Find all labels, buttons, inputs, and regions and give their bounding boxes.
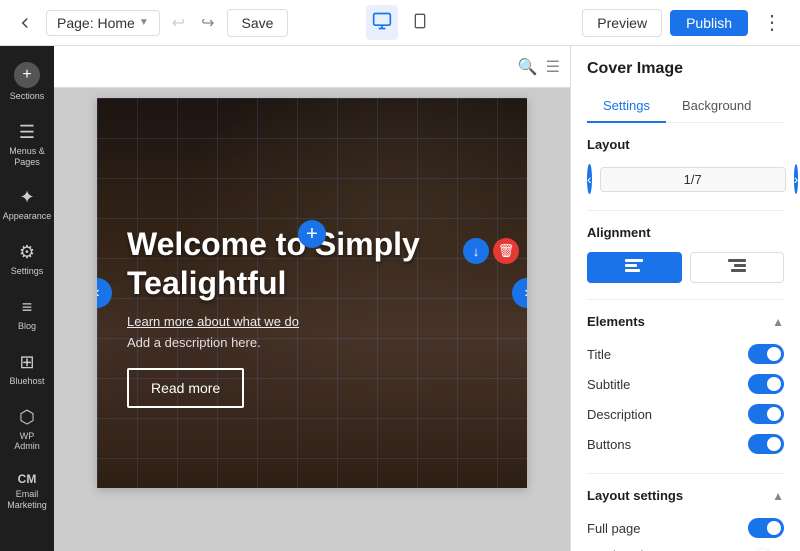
menu-icon[interactable]: ☰ (546, 57, 560, 77)
panel-title: Cover Image (587, 60, 784, 78)
sidebar-item-sections[interactable]: + Sections (4, 54, 50, 110)
element-buttons-row: Buttons (587, 429, 784, 459)
cover-content: Welcome to Simply Tealightful Learn more… (127, 225, 497, 408)
block-move-down-button[interactable]: ↓ (463, 238, 489, 264)
full-page-label: Full page (587, 521, 640, 536)
layout-next-button[interactable]: › (794, 164, 799, 194)
panel-body: Layout ‹ › Alignment (571, 123, 800, 551)
editor-area: Home 🔍 ☰ + ↓ 🗑 Welcom (54, 46, 570, 551)
topbar-left: Page: Home ▼ ↩ ↪ Save (12, 9, 358, 37)
layout-prev-button[interactable]: ‹ (587, 164, 592, 194)
tab-settings[interactable]: Settings (587, 90, 666, 123)
tab-background[interactable]: Background (666, 90, 767, 123)
right-panel: Cover Image Settings Background Layout ‹… (570, 46, 800, 551)
elements-section-header: Elements ▲ (587, 314, 784, 329)
undo-button[interactable]: ↩ (168, 9, 189, 37)
sidebar-item-label: WP Admin (8, 431, 46, 453)
element-title-label: Title (587, 347, 611, 362)
block-delete-button[interactable]: 🗑 (493, 238, 519, 264)
full-page-row: Full page (587, 513, 784, 543)
publish-button[interactable]: Publish (670, 10, 748, 36)
page-name-input[interactable]: Home (64, 59, 510, 75)
align-left-button[interactable] (587, 252, 682, 283)
topbar-center (366, 5, 434, 40)
layout-settings-collapse-icon[interactable]: ▲ (772, 489, 784, 503)
editor-topbar: Home 🔍 ☰ (54, 46, 570, 88)
panel-header: Cover Image Settings Background (571, 46, 800, 123)
layout-value-input[interactable] (600, 167, 786, 192)
element-title-toggle[interactable] (748, 344, 784, 364)
sidebar-item-menus[interactable]: ☰ Menus &Pages (4, 114, 50, 176)
sidebar-item-label: Blog (18, 321, 36, 332)
sidebar-item-appearance[interactable]: ✦ Appearance (4, 179, 50, 230)
element-description-label: Description (587, 407, 652, 422)
element-subtitle-row: Subtitle (587, 369, 784, 399)
redo-button[interactable]: ↪ (197, 9, 218, 37)
align-right-icon (728, 259, 746, 276)
element-buttons-label: Buttons (587, 437, 631, 452)
cover-block[interactable]: Welcome to Simply Tealightful Learn more… (97, 98, 527, 488)
layout-section-label: Layout (587, 137, 784, 152)
chevron-down-icon: ▼ (139, 17, 149, 28)
sidebar-item-label: Appearance (3, 211, 52, 222)
layout-settings-label: Layout settings (587, 488, 683, 503)
sidebar-item-bluehost[interactable]: ⊞ Bluehost (4, 344, 50, 395)
wp-admin-icon: ⬡ (19, 407, 35, 428)
sidebar-item-label: Bluehost (9, 376, 44, 387)
layout-nav: ‹ › (587, 164, 784, 194)
mobile-view-button[interactable] (406, 5, 434, 40)
cover-subtitle: Learn more about what we do (127, 314, 497, 329)
desktop-view-button[interactable] (366, 5, 398, 40)
element-description-row: Description (587, 399, 784, 429)
alignment-row (587, 252, 784, 283)
elements-collapse-icon[interactable]: ▲ (772, 315, 784, 329)
block-controls: ↓ 🗑 (463, 238, 519, 264)
back-button[interactable] (12, 10, 38, 36)
element-buttons-toggle[interactable] (748, 434, 784, 454)
layout-settings-section-header: Layout settings ▲ (587, 488, 784, 503)
sidebar-item-label: Settings (11, 266, 44, 277)
topbar-right: Preview Publish ⋮ (442, 6, 788, 39)
sidebar-item-settings[interactable]: ⚙ Settings (4, 234, 50, 285)
blog-icon: ≡ (22, 297, 33, 318)
section-size-row: Section size (587, 543, 784, 551)
plus-circle-icon: + (14, 62, 40, 88)
align-right-button[interactable] (690, 252, 785, 283)
add-block-button[interactable]: + (298, 220, 326, 248)
left-sidebar: + Sections ☰ Menus &Pages ✦ Appearance ⚙… (0, 46, 54, 551)
pages-icon: ☰ (19, 122, 35, 143)
element-title-row: Title (587, 339, 784, 369)
settings-icon: ⚙ (19, 242, 35, 263)
element-subtitle-label: Subtitle (587, 377, 630, 392)
cover-description: Add a description here. (127, 335, 497, 350)
search-icon[interactable]: 🔍 (518, 57, 538, 77)
sidebar-item-label: Sections (10, 91, 45, 102)
canvas-container: + ↓ 🗑 Welcome to Simply Tealightful Lear… (54, 88, 570, 551)
element-subtitle-toggle[interactable] (748, 374, 784, 394)
page-selector-label: Page: Home (57, 15, 135, 31)
panel-tabs: Settings Background (587, 90, 784, 123)
email-marketing-icon: CM (18, 472, 37, 486)
sidebar-item-wp-admin[interactable]: ⬡ WP Admin (4, 399, 50, 461)
main-area: + Sections ☰ Menus &Pages ✦ Appearance ⚙… (0, 46, 800, 551)
sidebar-item-label: Menus &Pages (9, 146, 45, 168)
sidebar-item-label: EmailMarketing (7, 489, 47, 511)
elements-section-label: Elements (587, 314, 645, 329)
topbar: Page: Home ▼ ↩ ↪ Save Preview Publish ⋮ (0, 0, 800, 46)
full-page-toggle[interactable] (748, 518, 784, 538)
page-selector[interactable]: Page: Home ▼ (46, 10, 160, 36)
bluehost-icon: ⊞ (19, 352, 34, 373)
canvas: + ↓ 🗑 Welcome to Simply Tealightful Lear… (97, 98, 527, 488)
read-more-button[interactable]: Read more (127, 368, 244, 408)
element-description-toggle[interactable] (748, 404, 784, 424)
appearance-icon: ✦ (19, 187, 34, 208)
more-options-button[interactable]: ⋮ (756, 6, 788, 39)
sidebar-item-blog[interactable]: ≡ Blog (4, 289, 50, 340)
alignment-section-label: Alignment (587, 225, 784, 240)
sidebar-item-email-marketing[interactable]: CM EmailMarketing (4, 464, 50, 519)
save-button[interactable]: Save (227, 9, 289, 37)
preview-button[interactable]: Preview (582, 9, 662, 37)
align-left-icon (625, 259, 643, 276)
